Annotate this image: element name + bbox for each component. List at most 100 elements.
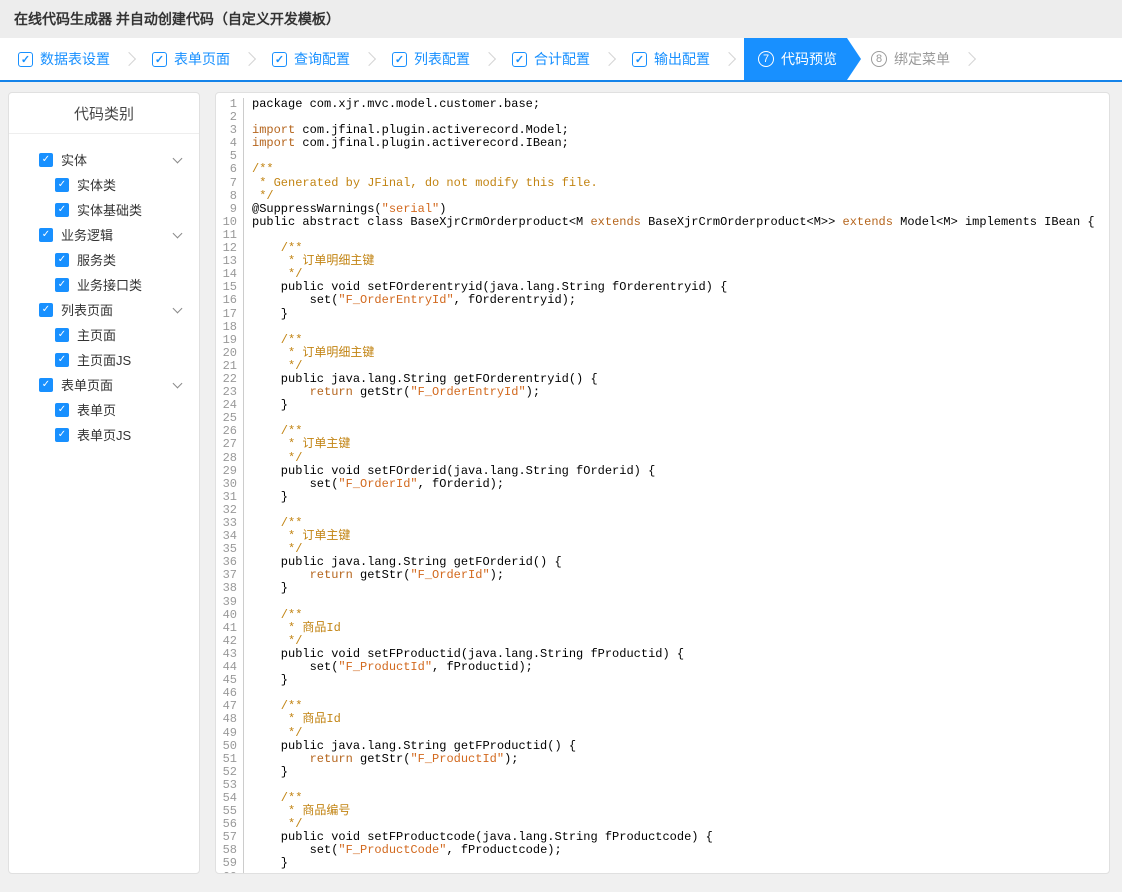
code-line: 55 * 商品编号 xyxy=(216,804,1109,819)
line-number: 60 xyxy=(216,870,244,873)
code-line: 4 import com.jfinal.plugin.activerecord.I… xyxy=(216,137,1109,151)
checkbox-checked-icon: ✓ xyxy=(18,51,33,67)
line-number: 51 xyxy=(216,752,244,766)
step-2-表单页面[interactable]: ✓ 表单页面 xyxy=(142,38,240,80)
checkbox-checked-icon[interactable]: ✓ xyxy=(55,202,69,217)
line-number: 18 xyxy=(216,320,244,334)
tree-item-label: 服务类 xyxy=(77,253,117,268)
code-line-text: } xyxy=(252,673,289,688)
tree-item-label: 主页面 xyxy=(77,328,117,343)
checkbox-checked-icon: ✓ xyxy=(392,51,407,67)
line-number: 6 xyxy=(216,163,244,177)
tree-item-主页面JS[interactable]: ✓ 主页面JS xyxy=(9,347,199,372)
chevron-separator-icon xyxy=(361,51,377,67)
code-category-tree: ✓ 实体 ✓ 实体类 ✓ 实体基础类 ✓ 业务逻辑 ✓ 服务类 ✓ 业务接口类 ✓ 列表页面 ✓ 主页面 ✓ 主页… xyxy=(9,134,199,447)
checkbox-checked-icon[interactable]: ✓ xyxy=(39,227,53,242)
tree-item-label: 实体基础类 xyxy=(77,203,143,218)
tree-item-label: 表单页JS xyxy=(77,428,132,443)
tree-item-表单页面[interactable]: ✓ 表单页面 xyxy=(9,372,199,397)
code-line: 5 xyxy=(216,150,1109,164)
step-4-列表配置[interactable]: ✓ 列表配置 xyxy=(382,38,480,80)
step-label: 列表配置 xyxy=(414,51,470,67)
line-number: 20 xyxy=(216,346,244,360)
code-line: 24 } xyxy=(216,399,1109,413)
checkbox-checked-icon[interactable]: ✓ xyxy=(55,277,69,292)
tree-item-表单页[interactable]: ✓ 表单页 xyxy=(9,397,199,422)
tree-item-label: 主页面JS xyxy=(77,353,132,368)
line-number: 49 xyxy=(216,726,244,740)
chevron-separator-icon xyxy=(601,51,617,67)
checkbox-checked-icon[interactable]: ✓ xyxy=(55,352,69,367)
code-line: 16 set("F_OrderEntryId", fOrderentryid); xyxy=(216,293,1109,308)
main-content: 代码类别 ✓ 实体 ✓ 实体类 ✓ 实体基础类 ✓ 业务逻辑 ✓ 服务类 ✓ 业务接口类 ✓ 列表页面 ✓ 主… xyxy=(0,84,1122,892)
checkbox-checked-icon[interactable]: ✓ xyxy=(39,302,53,317)
code-line-text: set("F_ProductCode", fProductcode); xyxy=(252,843,562,858)
step-label: 数据表设置 xyxy=(40,51,110,67)
code-line-text: * Generated by JFinal, do not modify thi… xyxy=(252,175,598,190)
line-number: 59 xyxy=(216,857,244,871)
step-number-icon: 7 xyxy=(758,51,774,67)
line-number: 27 xyxy=(216,438,244,452)
code-line: 59 } xyxy=(216,856,1109,871)
code-line: 37 return getStr("F_OrderId"); xyxy=(216,569,1109,583)
chevron-down-icon[interactable] xyxy=(172,303,183,313)
chevron-down-icon[interactable] xyxy=(172,378,183,388)
step-1-数据表设置[interactable]: ✓ 数据表设置 xyxy=(8,38,120,80)
step-5-合计配置[interactable]: ✓ 合计配置 xyxy=(502,38,600,80)
tree-item-服务类[interactable]: ✓ 服务类 xyxy=(9,247,199,272)
code-preview-editor[interactable]: 1 package com.xjr.mvc.model.customer.base… xyxy=(215,92,1110,874)
tree-item-label: 业务接口类 xyxy=(77,278,143,293)
checkbox-checked-icon[interactable]: ✓ xyxy=(55,252,69,267)
tree-item-业务接口类[interactable]: ✓ 业务接口类 xyxy=(9,272,199,297)
tree-item-表单页JS[interactable]: ✓ 表单页JS xyxy=(9,422,199,447)
checkbox-checked-icon[interactable]: ✓ xyxy=(39,152,53,167)
step-number-icon: 8 xyxy=(871,51,887,67)
tree-item-业务逻辑[interactable]: ✓ 业务逻辑 xyxy=(9,222,199,247)
checkbox-checked-icon[interactable]: ✓ xyxy=(55,427,69,442)
tree-item-列表页面[interactable]: ✓ 列表页面 xyxy=(9,297,199,322)
chevron-down-icon[interactable] xyxy=(172,153,183,163)
line-number: 30 xyxy=(216,477,244,491)
line-number: 10 xyxy=(216,215,244,229)
line-number: 16 xyxy=(216,294,244,308)
code-line: 51 return getStr("F_ProductId"); xyxy=(216,752,1109,766)
code-line-text: } xyxy=(252,856,289,871)
checkbox-checked-icon[interactable]: ✓ xyxy=(39,377,53,392)
checkbox-checked-icon[interactable]: ✓ xyxy=(55,177,69,192)
code-line-text: } xyxy=(252,489,289,504)
code-line-text: return getStr("F_OrderEntryId"); xyxy=(309,385,541,400)
chevron-down-icon[interactable] xyxy=(172,228,183,238)
code-line: 25 xyxy=(216,412,1109,426)
tree-item-label: 表单页面 xyxy=(61,378,114,393)
code-line: 34 * 订单主键 xyxy=(216,529,1109,544)
tree-item-实体[interactable]: ✓ 实体 xyxy=(9,147,199,172)
step-7-代码预览[interactable]: 7 代码预览 xyxy=(744,38,861,80)
code-line: 39 xyxy=(216,595,1109,609)
tree-item-主页面[interactable]: ✓ 主页面 xyxy=(9,322,199,347)
code-line: 46 xyxy=(216,687,1109,701)
step-8-绑定菜单[interactable]: 8 绑定菜单 xyxy=(861,38,960,80)
line-number: 40 xyxy=(216,608,244,622)
code-line: 20 * 订单明细主键 xyxy=(216,346,1109,360)
step-label: 查询配置 xyxy=(294,51,350,67)
line-number: 9 xyxy=(216,202,244,216)
tree-item-实体类[interactable]: ✓ 实体类 xyxy=(9,172,199,197)
checkbox-checked-icon: ✓ xyxy=(632,51,647,67)
tree-item-label: 实体类 xyxy=(77,178,117,193)
code-line-text: } xyxy=(252,581,289,596)
code-line: 53 xyxy=(216,778,1109,792)
code-line: 48 * 商品Id xyxy=(216,713,1109,727)
code-line-text: set("F_OrderEntryId", fOrderentryid); xyxy=(252,293,577,308)
checkbox-checked-icon[interactable]: ✓ xyxy=(55,402,69,417)
sidebar-title: 代码类别 xyxy=(9,93,199,134)
step-3-查询配置[interactable]: ✓ 查询配置 xyxy=(262,38,360,80)
checkbox-checked-icon[interactable]: ✓ xyxy=(55,327,69,342)
code-line: 30 set("F_OrderId", fOrderid); xyxy=(216,477,1109,491)
tree-item-实体基础类[interactable]: ✓ 实体基础类 xyxy=(9,197,199,222)
line-number: 50 xyxy=(216,739,244,753)
step-6-输出配置[interactable]: ✓ 输出配置 xyxy=(622,38,720,80)
